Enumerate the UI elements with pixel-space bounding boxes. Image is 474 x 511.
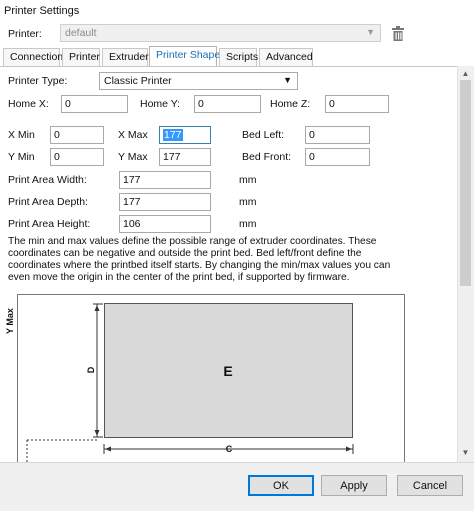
apply-button[interactable]: Apply [321,475,387,496]
print-area-width-unit: mm [239,174,257,186]
width-dimension-label: C [226,444,233,454]
chevron-down-icon: ▼ [366,27,375,37]
ok-button[interactable]: OK [248,475,314,496]
printer-type-label: Printer Type: [8,75,68,87]
printer-label: Printer: [8,28,42,40]
print-area-depth-label: Print Area Depth: [8,196,88,208]
home-z-label: Home Z: [270,98,311,110]
scrollbar-thumb[interactable] [460,80,471,286]
print-area-width-label: Print Area Width: [8,174,87,186]
trash-icon[interactable] [391,26,405,42]
bed-left-label: Bed Left: [242,129,285,141]
x-max-field[interactable]: 177 [159,126,211,144]
x-min-field[interactable]: 0 [50,126,104,144]
print-bed-diagram: E D C [17,294,405,462]
home-x-field[interactable]: 0 [61,95,128,113]
home-y-label: Home Y: [140,98,181,110]
depth-dimension-label: D [86,366,96,373]
bed-left-field[interactable]: 0 [305,126,370,144]
tab-advanced[interactable]: Advanced [259,48,313,66]
bed-label: E [223,363,232,379]
print-area-depth-field[interactable]: 177 [119,193,211,211]
print-area-width-field[interactable]: 177 [119,171,211,189]
print-area-height-field[interactable]: 106 [119,215,211,233]
y-min-field[interactable]: 0 [50,148,104,166]
bed-front-label: Bed Front: [242,151,292,163]
tab-printer[interactable]: Printer [62,48,100,66]
home-x-label: Home X: [8,98,49,110]
y-max-label: Y Max [118,151,148,163]
printer-type-value: Classic Printer [104,75,172,87]
print-area-height-unit: mm [239,218,257,230]
tab-scripts[interactable]: Scripts [219,48,258,66]
scroll-down-icon[interactable]: ▼ [460,448,471,458]
x-max-label: X Max [118,129,148,141]
tab-extruder[interactable]: Extruder [102,48,149,66]
window-title: Printer Settings [4,5,80,17]
home-y-field[interactable]: 0 [194,95,261,113]
tab-printer-shape[interactable]: Printer Shape [149,46,220,67]
print-area-depth-unit: mm [239,196,257,208]
y-min-label: Y Min [8,151,35,163]
x-max-selected-text: 177 [163,129,183,141]
bed-front-field[interactable]: 0 [305,148,370,166]
diagram-y-axis-label: Y Max [5,308,15,334]
y-max-field[interactable]: 177 [159,148,211,166]
printer-dropdown-value: default [65,27,97,39]
print-area-height-label: Print Area Height: [8,218,91,230]
scroll-up-icon[interactable]: ▲ [460,69,471,79]
printer-dropdown[interactable]: default ▼ [60,24,381,42]
printer-type-dropdown[interactable]: Classic Printer ▼ [99,72,298,90]
x-min-label: X Min [8,129,35,141]
range-description: The min and max values define the possib… [8,236,391,283]
home-z-field[interactable]: 0 [325,95,389,113]
cancel-button[interactable]: Cancel [397,475,463,496]
chevron-down-icon: ▼ [283,75,292,85]
tab-connection[interactable]: Connection [3,48,63,66]
svg-text:Y Max: Y Max [5,308,15,334]
tab-strip: Connection Printer Extruder Printer Shap… [0,46,474,67]
